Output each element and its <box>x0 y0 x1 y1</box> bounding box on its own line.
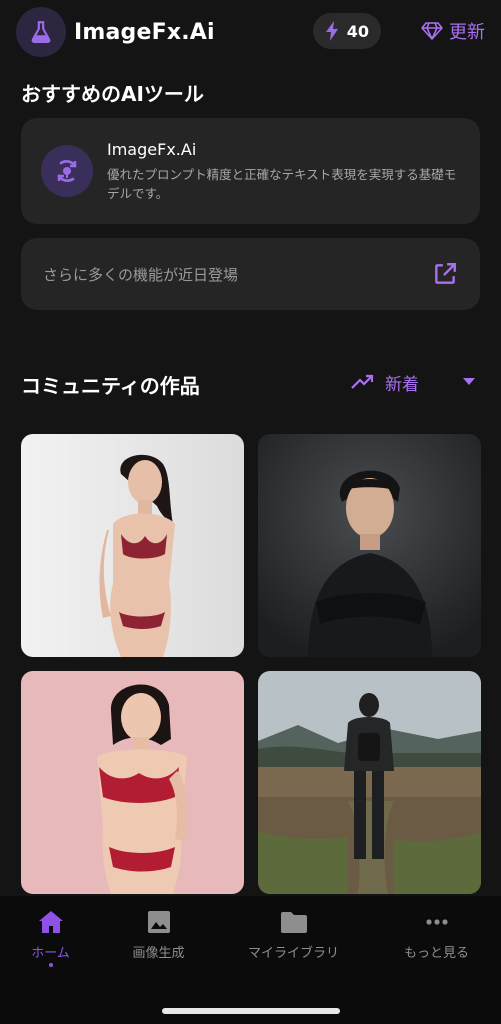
coming-soon-card[interactable]: さらに多くの機能が近日登場 <box>21 238 480 310</box>
more-icon <box>425 919 448 925</box>
home-indicator <box>162 1008 340 1014</box>
tab-label: 画像生成 <box>132 946 185 961</box>
bottom-tab-bar: ホーム 画像生成 マイライブラリ もっと見る <box>0 896 501 1024</box>
credits-count: 40 <box>346 21 369 41</box>
community-image[interactable] <box>21 671 244 894</box>
landscape-image <box>258 671 481 894</box>
flask-icon <box>31 21 51 44</box>
image-icon <box>147 911 170 933</box>
active-indicator <box>48 963 53 967</box>
tab-generate[interactable]: 画像生成 <box>96 910 221 961</box>
community-title: コミュニティの作品 <box>21 374 200 398</box>
tool-icon <box>41 145 93 197</box>
app-header: ImageFx.Ai 40 更新 <box>16 6 485 58</box>
community-image[interactable] <box>21 434 244 657</box>
model-icon <box>57 160 77 182</box>
tab-label: ホーム <box>31 946 70 961</box>
sort-label: 新着 <box>385 374 419 395</box>
trending-icon <box>351 374 374 389</box>
portrait-image <box>258 434 481 657</box>
tab-library[interactable]: マイライブラリ <box>231 910 356 961</box>
community-image[interactable] <box>258 671 481 894</box>
coming-soon-text: さらに多くの機能が近日登場 <box>43 265 239 284</box>
external-link-icon <box>435 263 456 284</box>
tab-label: もっと見る <box>403 946 469 961</box>
diamond-icon <box>421 22 443 40</box>
lightning-icon <box>325 21 338 41</box>
credits-badge[interactable]: 40 <box>312 13 381 49</box>
recommended-title: おすすめのAIツール <box>21 82 204 106</box>
chevron-down-icon <box>463 378 475 385</box>
community-image[interactable] <box>258 434 481 657</box>
tool-name: ImageFx.Ai <box>107 139 197 159</box>
folder-icon <box>280 912 307 933</box>
portrait-image <box>21 671 244 894</box>
sort-dropdown[interactable]: 新着 <box>351 368 475 396</box>
portrait-image <box>21 434 244 657</box>
upgrade-button[interactable]: 更新 <box>421 13 485 49</box>
tab-more[interactable]: もっと見る <box>374 910 499 961</box>
tab-label: マイライブラリ <box>247 946 339 961</box>
app-logo[interactable] <box>16 7 66 57</box>
tool-card-imagefx[interactable]: ImageFx.Ai 優れたプロンプト精度と正確なテキスト表現を実現する基礎モデ… <box>21 118 480 224</box>
home-icon <box>38 911 63 933</box>
app-title: ImageFx.Ai <box>74 19 215 45</box>
upgrade-label: 更新 <box>449 22 485 43</box>
tool-description: 優れたプロンプト精度と正確なテキスト表現を実現する基礎モデルです。 <box>107 166 457 201</box>
